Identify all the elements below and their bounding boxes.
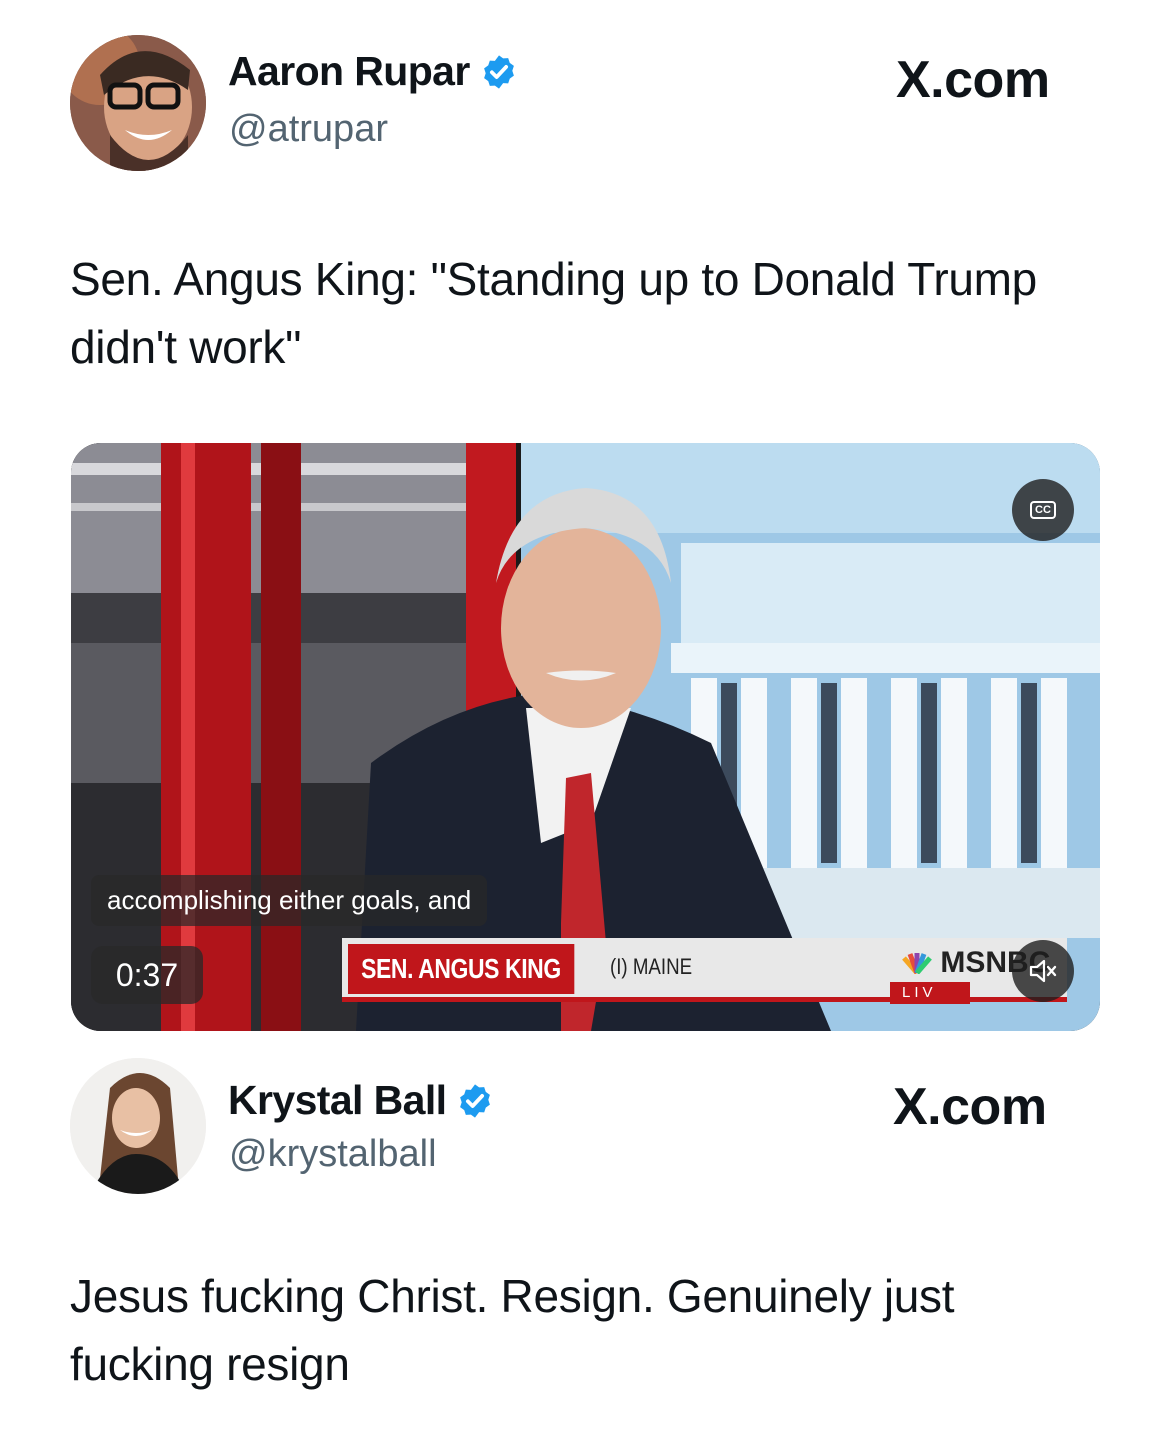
- avatar-image: [70, 35, 206, 171]
- post-text: Jesus fucking Christ. Resign. Genuinely …: [70, 1270, 955, 1390]
- peacock-logo-icon: [902, 953, 932, 975]
- author-name[interactable]: Aaron Rupar: [228, 48, 470, 95]
- unmute-button[interactable]: [1012, 940, 1074, 1002]
- closed-captions-button[interactable]: CC: [1012, 479, 1074, 541]
- author-name[interactable]: Krystal Ball: [228, 1077, 447, 1124]
- avatar-image: [70, 1058, 206, 1194]
- muted-speaker-icon: [1029, 959, 1057, 983]
- author-handle[interactable]: @krystalball: [229, 1133, 437, 1176]
- lower-third-banner: SEN. ANGUS KING (I) MAINE MSNBC LIV: [342, 938, 1067, 1004]
- video-player[interactable]: accomplishing either goals, and 0:37 SEN…: [71, 443, 1100, 1031]
- source-label: X.com: [896, 51, 1050, 109]
- verified-badge-icon: [460, 1083, 491, 1118]
- tweet-aaron-rupar: Aaron Rupar @atrupar X.com Sen. Angus Ki…: [0, 0, 1152, 1031]
- author-row: Krystal Ball: [228, 1077, 494, 1124]
- verified-badge-icon: [483, 54, 514, 89]
- lower-third-subtitle: (I) MAINE: [610, 954, 693, 979]
- avatar[interactable]: [70, 1058, 206, 1194]
- source-label: X.com: [893, 1078, 1047, 1136]
- lower-third-name: SEN. ANGUS KING: [348, 944, 574, 994]
- live-label: LIV: [890, 982, 970, 1004]
- author-handle[interactable]: @atrupar: [229, 108, 388, 151]
- avatar[interactable]: [70, 35, 206, 171]
- author-row: Aaron Rupar: [228, 48, 518, 95]
- video-timer: 0:37: [91, 946, 203, 1004]
- post-text: Sen. Angus King: "Standing up to Donald …: [70, 253, 1037, 373]
- closed-caption-text: accomplishing either goals, and: [91, 875, 488, 926]
- closed-captions-icon: CC: [1030, 501, 1056, 519]
